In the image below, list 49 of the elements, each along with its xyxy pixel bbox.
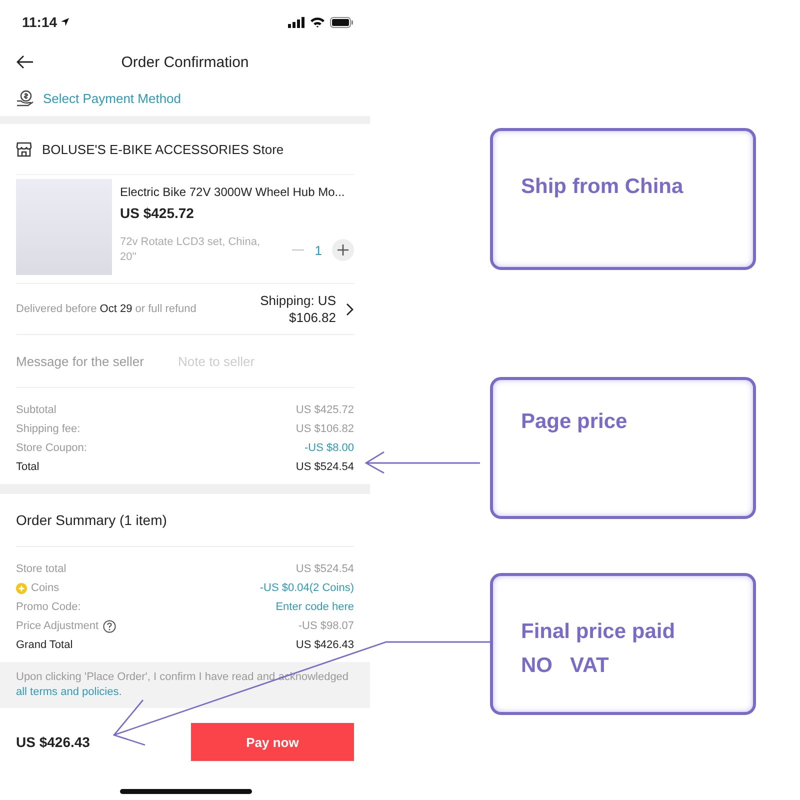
delivery-note: Delivered before Oct 29 or full refund [16, 303, 196, 315]
product-variant[interactable]: 72v Rotate LCD3 set, China, 20'' [120, 235, 270, 265]
wifi-icon [310, 16, 325, 28]
product-price: US $425.72 [120, 205, 195, 221]
summary-label: Store total [16, 563, 66, 575]
back-arrow-icon [16, 55, 34, 69]
shipping-option[interactable]: Shipping: US $106.82 [256, 292, 354, 326]
summary-label: Subtotal [16, 404, 56, 416]
chevron-right-icon [346, 302, 354, 316]
summary-label: Total [16, 461, 40, 473]
store-name: BOLUSE'S E-BIKE ACCESSORIES Store [42, 142, 284, 156]
summary-value: US $426.43 [296, 639, 354, 651]
footer-total: US $426.43 [16, 734, 90, 750]
callout-text: Final price paid NO VAT [521, 619, 676, 679]
summary-label: Grand Total [16, 639, 73, 651]
payment-hand-icon [16, 90, 34, 106]
battery-icon [330, 16, 354, 28]
section-title: Order Summary (1 item) [16, 512, 167, 528]
quantity-value: 1 [314, 242, 322, 258]
plus-icon [337, 244, 349, 256]
summary-label: Store Coupon: [16, 442, 87, 454]
store-icon [16, 142, 32, 156]
promo-code-link[interactable]: Enter code here [276, 601, 354, 613]
summary-value: US $425.72 [296, 404, 354, 416]
coin-icon [16, 582, 27, 594]
help-icon[interactable] [102, 620, 116, 632]
summary-value: US $106.82 [296, 423, 354, 435]
payment-method-link[interactable]: Select Payment Method [43, 90, 182, 106]
screen-title: Order Confirmation [121, 54, 249, 70]
location-icon [60, 17, 70, 27]
pay-now-button[interactable]: Pay now [191, 723, 354, 761]
summary-value: -US $8.00 [304, 442, 354, 454]
product-title[interactable]: Electric Bike 72V 3000W Wheel Hub Mo... [120, 185, 354, 199]
summary-label: Promo Code: [16, 601, 81, 613]
summary-value: US $524.54 [296, 563, 354, 575]
summary-label: Coins [31, 582, 60, 594]
back-button[interactable] [16, 55, 34, 69]
callout-text: Page price [521, 409, 628, 435]
summary-value: -US $0.04(2 Coins) [260, 582, 354, 594]
status-time: 11:14 [22, 14, 58, 30]
message-label: Message for the seller [16, 354, 145, 368]
summary-label: Price Adjustment [16, 620, 99, 632]
terms-link[interactable]: all terms and policies. [16, 686, 122, 698]
summary-value: -US $98.07 [298, 620, 354, 632]
increase-button[interactable] [332, 239, 354, 261]
summary-value: US $524.54 [296, 461, 354, 473]
callout-text: Ship from China [521, 174, 684, 200]
signal-icon [288, 16, 305, 28]
summary-label: Shipping fee: [16, 423, 80, 435]
